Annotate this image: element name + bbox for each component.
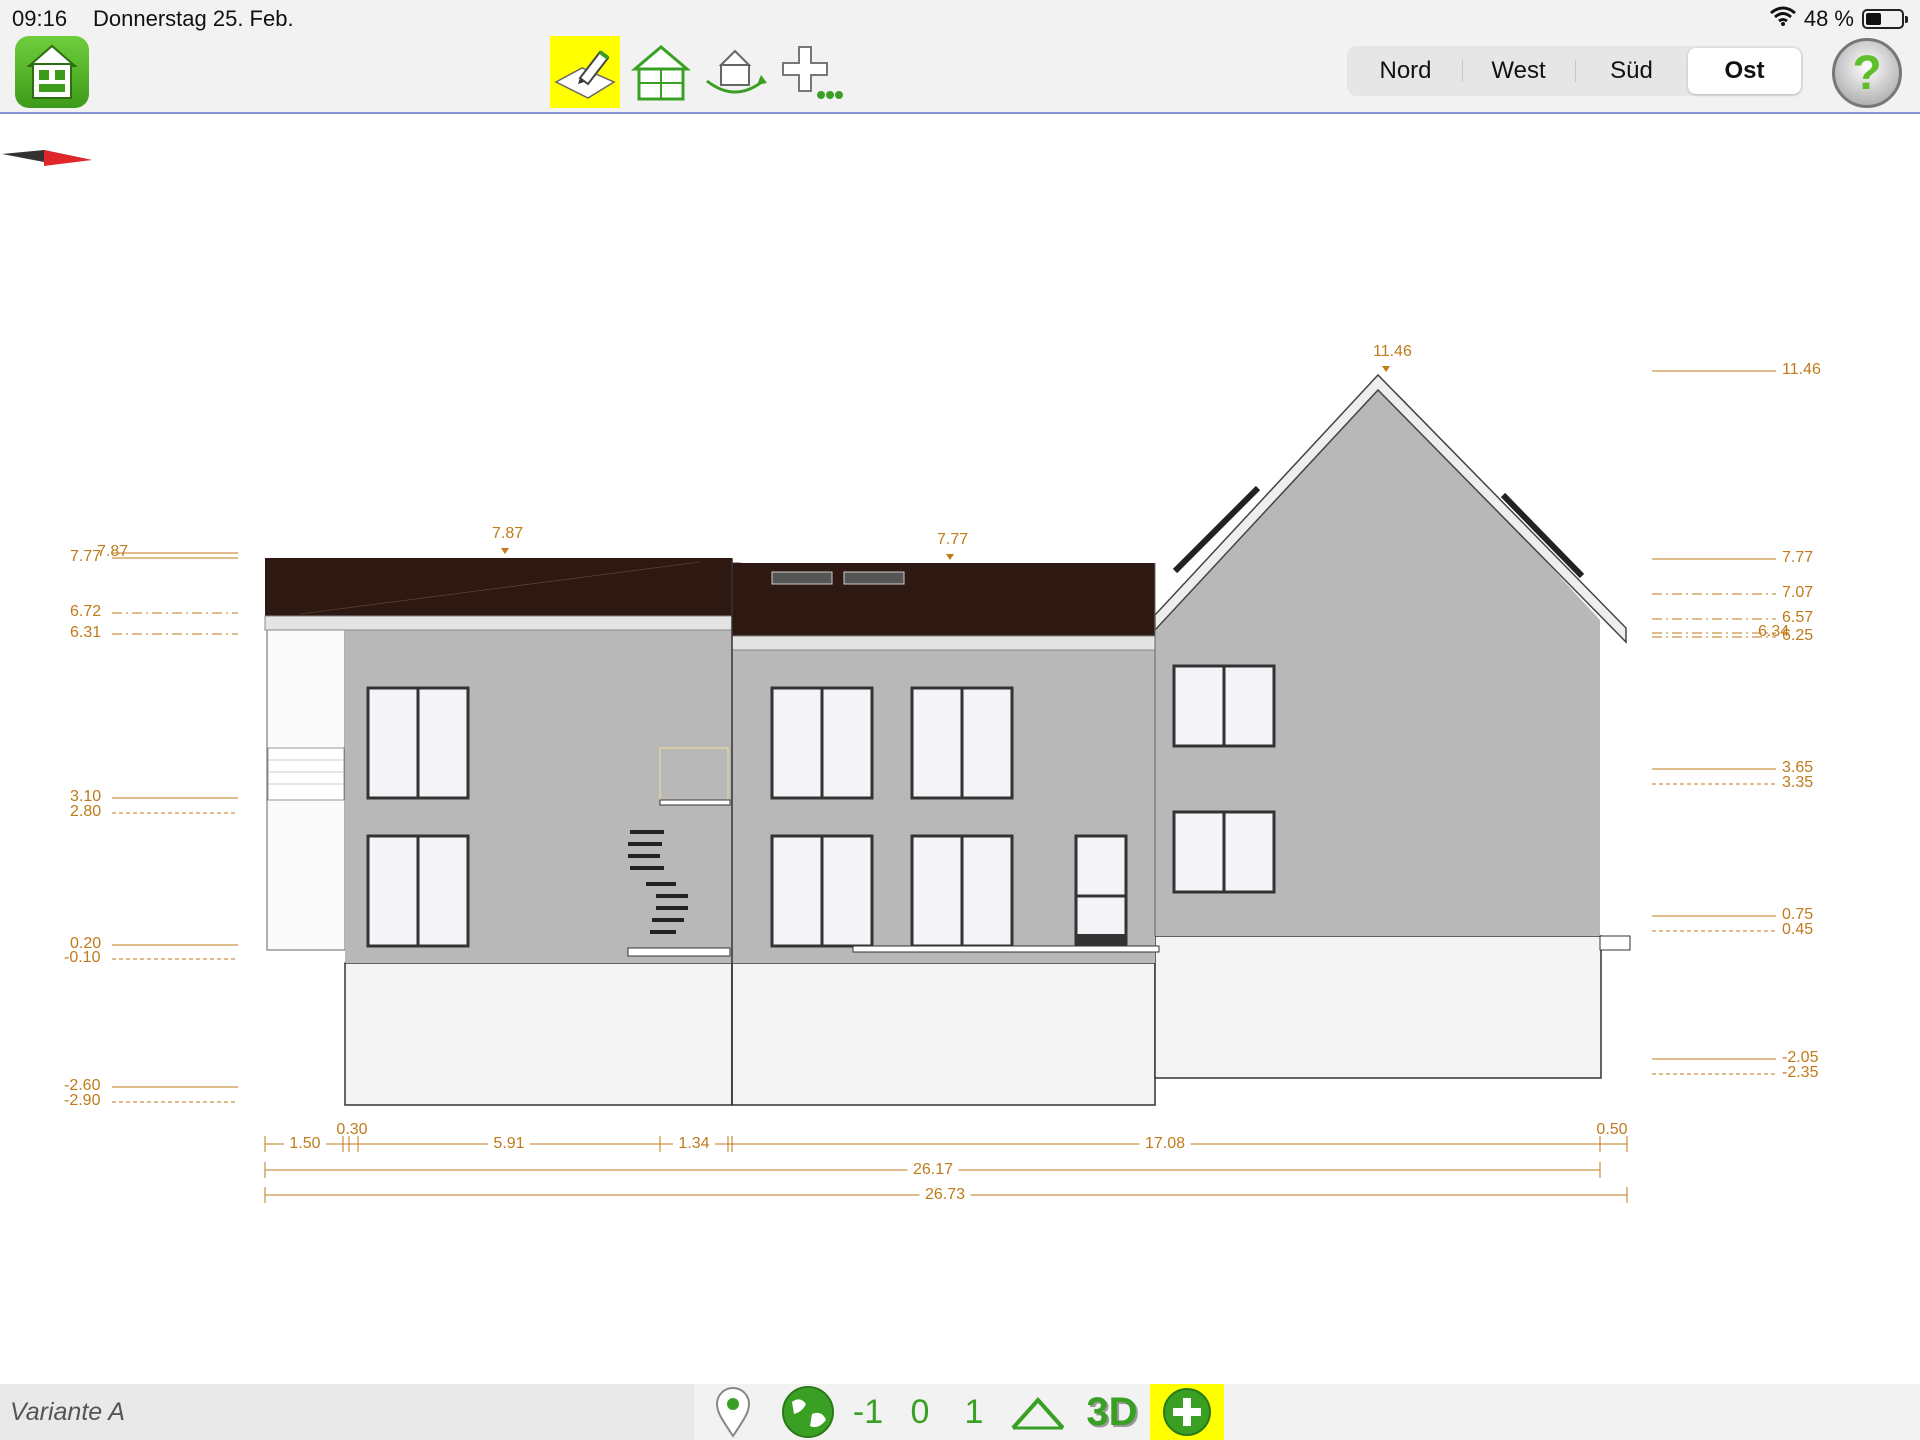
level-label: 11.46	[1782, 361, 1821, 378]
house-elevation	[264, 373, 1631, 1106]
dimension-label: 1.50	[289, 1135, 320, 1152]
status-date: Donnerstag 25. Feb.	[93, 6, 294, 31]
level-label: -2.90	[64, 1092, 101, 1109]
level-label: 7.77	[1782, 549, 1813, 566]
dimension-label: 17.08	[1145, 1135, 1185, 1152]
level-label: -2.35	[1782, 1064, 1819, 1081]
level-1[interactable]: 1	[954, 1384, 994, 1440]
toolbar: Nord West Süd Ost ?	[0, 36, 1920, 114]
view-ost[interactable]: Ost	[1688, 48, 1801, 94]
status-time: 09:16	[12, 6, 68, 31]
add-more-icon[interactable]	[776, 36, 846, 108]
ridge-marker	[1382, 366, 1390, 372]
status-bar: 09:16 Donnerstag 25. Feb. 48 %	[0, 0, 1920, 36]
globe-icon[interactable]	[778, 1384, 838, 1440]
level-label: 2.80	[70, 803, 101, 820]
level-label: 3.35	[1782, 774, 1813, 791]
ridge-height-label: 11.46	[1373, 343, 1412, 360]
height-labels-left: 7.877.776.726.313.102.800.20-0.10-2.60-2…	[64, 543, 238, 1109]
add-icon[interactable]	[1150, 1384, 1224, 1440]
bottom-bar: Variante A -1 0 1 3D	[0, 1384, 1920, 1440]
level-label: 7.07	[1782, 584, 1813, 601]
dimension-lines: 1.50 0.30 5.91 1.34 17.08 0.50 26.17 26.73	[264, 1120, 1633, 1203]
view-sued[interactable]: Süd	[1575, 48, 1688, 94]
location-pin-icon[interactable]	[708, 1384, 758, 1440]
help-icon: ?	[1852, 46, 1882, 100]
level-label: 6.25	[1782, 627, 1813, 644]
view-west[interactable]: West	[1462, 48, 1575, 94]
level-label: 7.77	[70, 548, 101, 565]
dimension-label: 26.17	[913, 1161, 953, 1178]
elevation-canvas[interactable]: 7.87 7.77 6.72 6.31 3.10 2.80 0.20 -0.10 -2.60 -2…	[0, 114, 1920, 1384]
dimension-label: 5.91	[493, 1135, 524, 1152]
battery-icon	[1862, 9, 1908, 29]
level-label: 6.72	[70, 603, 101, 620]
ridge-height-label: 7.77	[937, 531, 968, 548]
view-3d-button[interactable]: 3D	[1080, 1384, 1144, 1440]
height-labels-right: 11.467.777.076.576.346.253.653.350.750.4…	[1652, 361, 1821, 1081]
level-label: 7.87	[97, 543, 128, 560]
help-button[interactable]: ?	[1832, 38, 1902, 108]
ridge-marker	[501, 548, 509, 554]
variant-label[interactable]: Variante A	[0, 1384, 694, 1440]
ridge-height-label: 7.87	[492, 525, 523, 542]
roof-icon[interactable]	[1008, 1384, 1068, 1440]
view-direction-selector: Nord West Süd Ost	[1347, 46, 1803, 96]
dimension-label: 0.30	[336, 1121, 367, 1138]
compass-icon[interactable]	[2, 150, 92, 166]
rotate-3d-icon[interactable]	[700, 36, 770, 108]
ridge-marker	[946, 554, 954, 560]
level-0[interactable]: 0	[900, 1384, 940, 1440]
dimension-label: 1.34	[678, 1135, 709, 1152]
view-nord[interactable]: Nord	[1349, 48, 1462, 94]
battery-percent: 48 %	[1803, 6, 1854, 31]
elevation-drawing: 7.877.776.726.313.102.800.20-0.10-2.60-2…	[2, 150, 1821, 1203]
level-label: 0.45	[1782, 921, 1813, 938]
wifi-icon	[1769, 6, 1796, 32]
app-home-icon[interactable]	[15, 36, 89, 108]
status-right: 48 %	[1769, 6, 1908, 32]
level-minus-1[interactable]: -1	[848, 1384, 888, 1440]
level-label: -0.10	[64, 949, 101, 966]
edit-plan-icon[interactable]	[550, 36, 620, 108]
dimension-label: 0.50	[1596, 1121, 1627, 1138]
dimension-label: 26.73	[925, 1186, 965, 1203]
level-label: 6.31	[70, 624, 101, 641]
floorplan-house-icon[interactable]	[626, 36, 696, 108]
